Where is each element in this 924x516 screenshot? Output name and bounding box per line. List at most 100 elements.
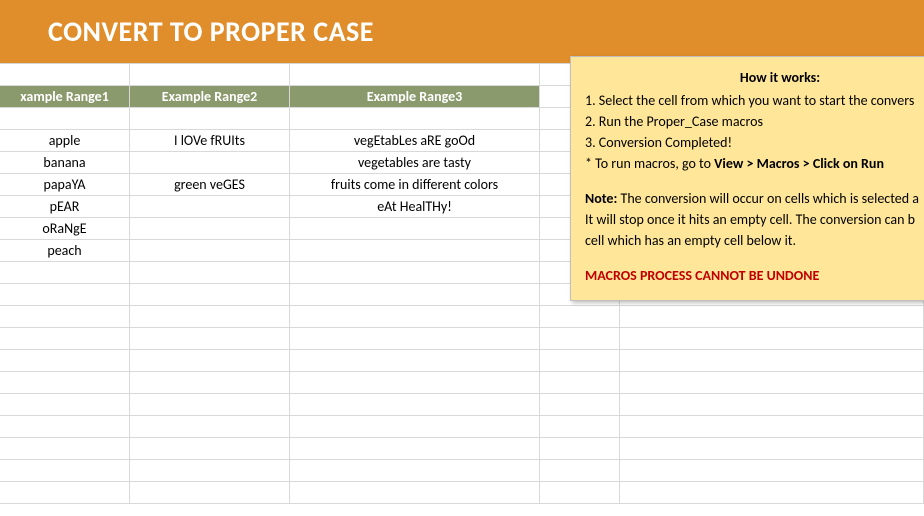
header-col3-label: Example Range3 [367, 88, 462, 105]
empty-cell[interactable] [290, 372, 540, 394]
empty-cell[interactable] [540, 394, 620, 416]
cell-value: vegEtabLes aRE goOd [354, 132, 475, 149]
header-col1-label: xample Range1 [20, 88, 109, 105]
empty-cell[interactable] [290, 262, 540, 284]
empty-cell[interactable] [540, 438, 620, 460]
cell-c1[interactable]: banana [0, 152, 130, 174]
empty-cell[interactable] [620, 328, 924, 350]
empty-cell[interactable] [620, 306, 924, 328]
empty-cell[interactable] [540, 350, 620, 372]
empty-cell[interactable] [130, 394, 290, 416]
cell-c2[interactable] [130, 218, 290, 240]
empty-cell[interactable] [540, 416, 620, 438]
callout-step1: 1. Select the cell from which you want t… [585, 90, 924, 111]
callout-note-line2: It will stop once it hits an empty cell.… [585, 209, 924, 230]
cell-c1[interactable]: peach [0, 240, 130, 262]
cell-value: vegetables are tasty [358, 154, 471, 171]
empty-cell[interactable] [130, 416, 290, 438]
instructions-callout[interactable]: How it works: 1. Select the cell from wh… [570, 56, 924, 301]
empty-cell[interactable] [130, 284, 290, 306]
empty-cell[interactable] [130, 108, 290, 130]
empty-cell[interactable] [540, 482, 620, 504]
cell-c1[interactable]: oRaNgE [0, 218, 130, 240]
empty-cell[interactable] [290, 438, 540, 460]
header-col1[interactable]: xample Range1 [0, 86, 130, 108]
cell-c2[interactable]: I lOVe fRUIts [130, 130, 290, 152]
empty-cell[interactable] [0, 328, 130, 350]
empty-cell[interactable] [620, 416, 924, 438]
empty-cell[interactable] [130, 306, 290, 328]
cell-c3[interactable]: vegetables are tasty [290, 152, 540, 174]
callout-step2: 2. Run the Proper_Case macros [585, 111, 924, 132]
empty-cell[interactable] [0, 306, 130, 328]
empty-cell[interactable] [130, 350, 290, 372]
empty-cell[interactable] [620, 394, 924, 416]
cell-c3[interactable] [290, 218, 540, 240]
empty-cell[interactable] [0, 416, 130, 438]
header-col2[interactable]: Example Range2 [130, 86, 290, 108]
empty-cell[interactable] [0, 64, 130, 86]
header-col3[interactable]: Example Range3 [290, 86, 540, 108]
empty-cell[interactable] [290, 350, 540, 372]
empty-cell[interactable] [290, 482, 540, 504]
empty-cell[interactable] [130, 438, 290, 460]
empty-cell[interactable] [0, 460, 130, 482]
cell-c3[interactable]: eAt HealTHy! [290, 196, 540, 218]
callout-title: How it works: [585, 67, 924, 88]
empty-cell[interactable] [620, 460, 924, 482]
empty-cell[interactable] [290, 416, 540, 438]
cell-c2[interactable] [130, 152, 290, 174]
cell-value: green veGES [174, 176, 245, 193]
cell-c2[interactable] [130, 196, 290, 218]
empty-cell[interactable] [0, 350, 130, 372]
cell-c3[interactable] [290, 240, 540, 262]
callout-step3: 3. Conversion Completed! [585, 132, 924, 153]
cell-c1[interactable]: pEAR [0, 196, 130, 218]
empty-cell[interactable] [130, 262, 290, 284]
cell-value: banana [43, 154, 85, 171]
callout-note-label: Note: [585, 190, 617, 207]
callout-warning: MACROS PROCESS CANNOT BE UNDONE [585, 265, 924, 286]
callout-hint-bold: View > Macros > Click on Run [714, 155, 884, 172]
page-title: CONVERT TO PROPER CASE [48, 14, 374, 49]
empty-cell[interactable] [290, 108, 540, 130]
empty-cell[interactable] [290, 64, 540, 86]
empty-cell[interactable] [290, 394, 540, 416]
empty-cell[interactable] [620, 438, 924, 460]
empty-cell[interactable] [0, 394, 130, 416]
empty-cell[interactable] [0, 262, 130, 284]
empty-cell[interactable] [0, 284, 130, 306]
empty-cell[interactable] [620, 372, 924, 394]
empty-cell[interactable] [130, 64, 290, 86]
empty-cell[interactable] [0, 108, 130, 130]
empty-cell[interactable] [0, 372, 130, 394]
callout-hint: * To run macros, go to View > Macros > C… [585, 153, 924, 174]
empty-cell[interactable] [130, 460, 290, 482]
empty-cell[interactable] [540, 306, 620, 328]
empty-cell[interactable] [540, 372, 620, 394]
cell-c2[interactable] [130, 240, 290, 262]
empty-cell[interactable] [540, 328, 620, 350]
cell-c3[interactable]: vegEtabLes aRE goOd [290, 130, 540, 152]
empty-cell[interactable] [290, 284, 540, 306]
callout-hint-prefix: * To run macros, go to [585, 155, 714, 172]
cell-c1[interactable]: apple [0, 130, 130, 152]
empty-cell[interactable] [130, 482, 290, 504]
callout-note-line3: cell which has an empty cell below it. [585, 230, 924, 251]
cell-c3[interactable]: fruits come in different colors [290, 174, 540, 196]
empty-cell[interactable] [540, 460, 620, 482]
cell-value: papaYA [43, 176, 85, 193]
empty-cell[interactable] [290, 306, 540, 328]
empty-cell[interactable] [620, 350, 924, 372]
empty-cell[interactable] [0, 482, 130, 504]
cell-c1[interactable]: papaYA [0, 174, 130, 196]
empty-cell[interactable] [130, 372, 290, 394]
callout-note: Note: The conversion will occur on cells… [585, 188, 924, 209]
empty-cell[interactable] [0, 438, 130, 460]
cell-c2[interactable]: green veGES [130, 174, 290, 196]
cell-value: peach [47, 242, 81, 259]
empty-cell[interactable] [290, 460, 540, 482]
empty-cell[interactable] [620, 482, 924, 504]
empty-cell[interactable] [130, 328, 290, 350]
empty-cell[interactable] [290, 328, 540, 350]
